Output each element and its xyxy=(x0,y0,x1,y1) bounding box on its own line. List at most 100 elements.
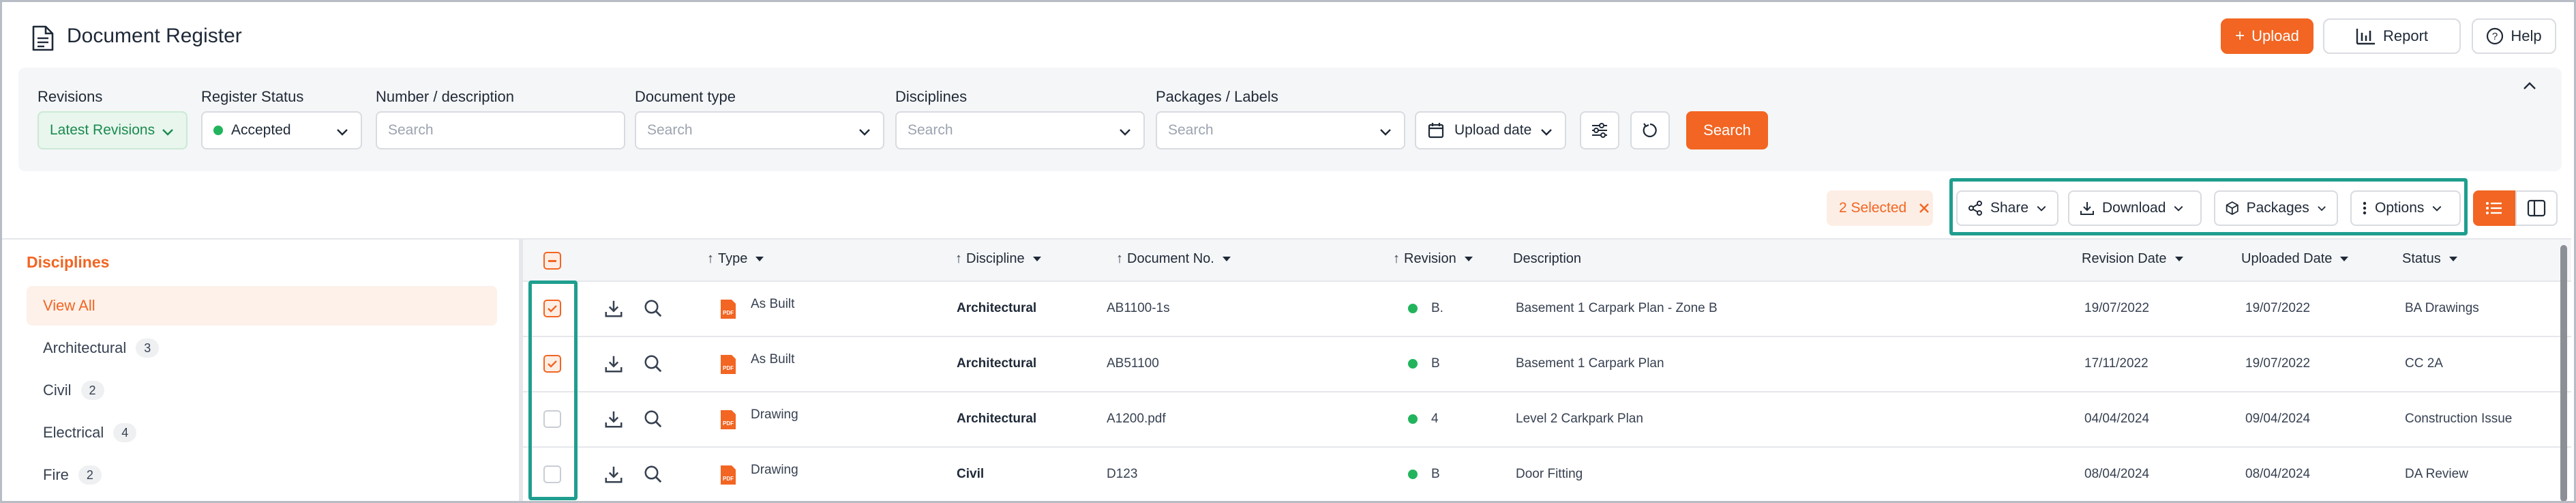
table-row[interactable]: PDF As Built Architectural AB51100 B Bas… xyxy=(523,337,2571,392)
download-icon[interactable] xyxy=(603,298,624,319)
close-icon[interactable] xyxy=(1917,201,1931,215)
table-row[interactable]: PDF As Built Architectural AB1100-1s B. … xyxy=(523,282,2571,337)
selected-count-chip: 2 Selected xyxy=(1827,190,1933,226)
caret-down-icon xyxy=(2448,257,2457,261)
document-type-label: Document type xyxy=(635,88,736,105)
download-icon[interactable] xyxy=(603,464,624,485)
sort-arrow-icon: ↑ xyxy=(955,251,962,266)
sidebar-item-label: Architectural xyxy=(43,339,127,356)
cell-discipline: Architectural xyxy=(957,412,1037,426)
cell-document-no: D123 xyxy=(1107,467,1138,481)
upload-button[interactable]: + Upload xyxy=(2221,18,2313,54)
cell-revision: B. xyxy=(1408,301,1443,316)
column-status[interactable]: Status xyxy=(2402,251,2457,267)
download-icon[interactable] xyxy=(603,354,624,374)
upload-date-select[interactable]: Upload date xyxy=(1415,111,1566,149)
count-badge: 4 xyxy=(113,423,137,442)
documents-table: ↑ Type ↑ Discipline ↑ Document No. ↑ Rev… xyxy=(523,238,2571,501)
column-uploaded-date[interactable]: Uploaded Date xyxy=(2241,251,2349,267)
column-description[interactable]: Description xyxy=(1513,251,1581,267)
cell-description: Level 2 Carkpark Plan xyxy=(1516,412,1643,426)
cell-revision-value: B. xyxy=(1431,301,1443,315)
column-type-label: Type xyxy=(718,251,748,266)
register-status-value: Accepted xyxy=(231,122,291,138)
sidebar-item-label: Electrical xyxy=(43,424,104,441)
pdf-file-icon: PDF xyxy=(721,410,736,429)
disciplines-sidebar: Disciplines View All Architectural 3 Civ… xyxy=(2,238,520,501)
count-badge: 2 xyxy=(80,381,104,400)
column-revision-date[interactable]: Revision Date xyxy=(2082,251,2183,267)
reset-filters-button[interactable] xyxy=(1630,111,1670,149)
cell-revision-date: 17/11/2022 xyxy=(2084,356,2148,371)
document-icon xyxy=(32,25,54,51)
register-status-label: Register Status xyxy=(201,88,304,105)
plus-icon: + xyxy=(2235,27,2245,45)
sidebar-title: Disciplines xyxy=(27,253,110,271)
table-scrollbar[interactable] xyxy=(2560,245,2567,501)
sort-arrow-icon: ↑ xyxy=(707,251,714,266)
page-header: Document Register + Upload Report ? Help xyxy=(2,2,2574,68)
disciplines-placeholder: Search xyxy=(908,122,953,138)
cell-uploaded-date: 09/04/2024 xyxy=(2245,412,2311,426)
table-header: ↑ Type ↑ Discipline ↑ Document No. ↑ Rev… xyxy=(523,240,2571,282)
cell-discipline: Civil xyxy=(957,467,985,481)
disciplines-label: Disciplines xyxy=(895,88,968,105)
packages-labels-label: Packages / Labels xyxy=(1156,88,1278,105)
list-view-toggle[interactable] xyxy=(2473,190,2515,226)
sort-arrow-icon: ↑ xyxy=(1116,251,1123,266)
magnifier-icon[interactable] xyxy=(643,354,663,374)
checkbox-column-highlight xyxy=(528,281,578,500)
column-uploaded-date-label: Uploaded Date xyxy=(2241,251,2333,266)
column-revision-label: Revision xyxy=(1404,251,1456,266)
chevron-up-icon[interactable] xyxy=(2521,77,2538,95)
cell-uploaded-date: 08/04/2024 xyxy=(2245,467,2311,481)
report-button[interactable]: Report xyxy=(2323,18,2461,54)
sort-arrow-icon: ↑ xyxy=(1393,251,1400,266)
split-view-toggle[interactable] xyxy=(2515,190,2558,226)
disciplines-select[interactable]: Search xyxy=(895,111,1145,149)
count-badge: 3 xyxy=(136,339,160,358)
report-button-label: Report xyxy=(2382,27,2429,44)
chevron-down-icon xyxy=(1120,129,1130,136)
document-type-select[interactable]: Search xyxy=(635,111,884,149)
table-row[interactable]: PDF Drawing Civil D123 B Door Fitting 08… xyxy=(523,448,2571,501)
caret-down-icon xyxy=(1222,257,1231,261)
sidebar-item-architectural[interactable]: Architectural 3 xyxy=(27,328,497,368)
cell-revision: B xyxy=(1408,467,1440,482)
selected-count-label: 2 Selected xyxy=(1839,200,1907,216)
caret-down-icon xyxy=(2340,257,2349,261)
sidebar-item-electrical[interactable]: Electrical 4 xyxy=(27,413,497,452)
caret-down-icon xyxy=(2174,257,2183,261)
chevron-down-icon xyxy=(1541,129,1552,136)
sidebar-item-fire[interactable]: Fire 2 xyxy=(27,455,497,495)
cell-revision: B xyxy=(1408,356,1440,371)
help-button[interactable]: ? Help xyxy=(2472,18,2556,54)
download-icon[interactable] xyxy=(603,409,624,429)
select-all-checkbox[interactable] xyxy=(543,252,561,270)
cell-type: Drawing xyxy=(751,463,798,477)
column-document-no[interactable]: ↑ Document No. xyxy=(1116,251,1231,267)
advanced-filters-button[interactable] xyxy=(1580,111,1619,149)
search-button[interactable]: Search xyxy=(1686,111,1768,149)
revision-status-dot xyxy=(1408,414,1418,424)
revisions-select[interactable]: Latest Revisions xyxy=(38,111,188,149)
register-status-select[interactable]: Accepted xyxy=(201,111,362,149)
calendar-icon xyxy=(1428,123,1444,139)
pdf-file-icon: PDF xyxy=(721,300,736,319)
column-discipline[interactable]: ↑ Discipline xyxy=(955,251,1041,267)
sidebar-item-civil[interactable]: Civil 2 xyxy=(27,371,497,410)
magnifier-icon[interactable] xyxy=(643,409,663,429)
svg-text:?: ? xyxy=(2492,31,2498,42)
column-revision[interactable]: ↑ Revision xyxy=(1393,251,1473,267)
table-row[interactable]: PDF Drawing Architectural A1200.pdf 4 Le… xyxy=(523,392,2571,448)
minus-icon xyxy=(548,259,556,262)
sidebar-item-label: Civil xyxy=(43,382,72,399)
column-type[interactable]: ↑ Type xyxy=(707,251,764,267)
magnifier-icon[interactable] xyxy=(643,298,663,319)
cell-type: As Built xyxy=(751,352,795,367)
number-description-input[interactable]: Search xyxy=(376,111,625,149)
packages-labels-select[interactable]: Search xyxy=(1156,111,1405,149)
upload-date-value: Upload date xyxy=(1454,122,1532,138)
magnifier-icon[interactable] xyxy=(643,464,663,485)
sidebar-item-view-all[interactable]: View All xyxy=(27,286,497,326)
